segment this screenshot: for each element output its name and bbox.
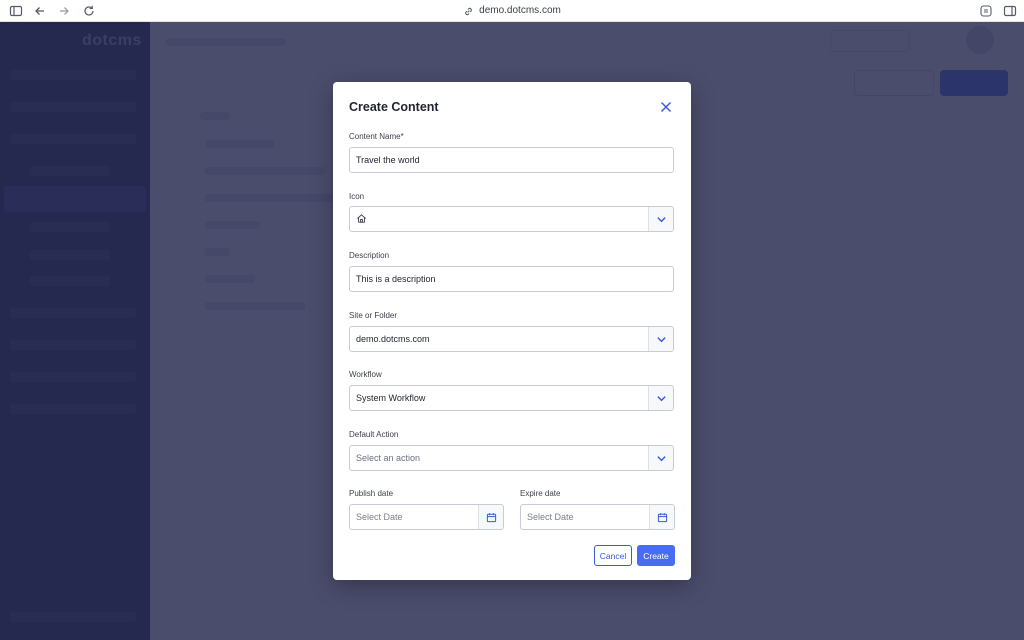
publish-date-calendar-button[interactable] xyxy=(478,505,503,529)
expire-date-placeholder: Select Date xyxy=(527,512,574,522)
create-button[interactable]: Create xyxy=(637,545,675,566)
publish-date-label: Publish date xyxy=(349,489,394,498)
address-bar[interactable]: demo.dotcms.com xyxy=(0,4,1024,22)
description-label: Description xyxy=(349,251,390,260)
publish-date-placeholder: Select Date xyxy=(356,512,403,522)
dialog-title: Create Content xyxy=(349,100,439,114)
extension-icon[interactable] xyxy=(978,3,994,19)
expire-date-input[interactable]: Select Date xyxy=(520,504,675,530)
icon-select[interactable] xyxy=(349,206,674,232)
content-name-label-text: Content Name xyxy=(349,132,401,141)
expire-date-label: Expire date xyxy=(520,489,561,498)
workflow-dropdown-button[interactable] xyxy=(648,386,673,410)
publish-date-input[interactable]: Select Date xyxy=(349,504,504,530)
required-mark: * xyxy=(400,132,404,141)
site-folder-select[interactable]: demo.dotcms.com xyxy=(349,326,674,352)
default-action-dropdown-button[interactable] xyxy=(648,446,673,470)
chevron-down-icon xyxy=(656,216,666,222)
chevron-down-icon xyxy=(656,455,666,461)
cancel-button[interactable]: Cancel xyxy=(594,545,632,566)
site-dropdown-button[interactable] xyxy=(648,327,673,351)
calendar-icon xyxy=(486,512,496,522)
chevron-down-icon xyxy=(656,395,666,401)
default-action-placeholder: Select an action xyxy=(356,453,421,463)
url-text: demo.dotcms.com xyxy=(479,5,561,16)
description-input[interactable] xyxy=(349,266,674,292)
icon-dropdown-button[interactable] xyxy=(648,207,673,231)
close-icon xyxy=(660,101,672,113)
content-name-label: Content Name* xyxy=(349,132,404,141)
workflow-label: Workflow xyxy=(349,370,382,379)
calendar-icon xyxy=(657,512,667,522)
default-action-select[interactable]: Select an action xyxy=(349,445,674,471)
chevron-down-icon xyxy=(656,336,666,342)
create-content-dialog: Create Content Content Name* Icon Descri… xyxy=(333,82,691,580)
browser-toolbar: demo.dotcms.com xyxy=(0,0,1024,22)
expire-date-calendar-button[interactable] xyxy=(649,505,674,529)
workflow-select[interactable]: System Workflow xyxy=(349,385,674,411)
home-icon xyxy=(356,207,367,224)
default-action-label: Default Action xyxy=(349,430,399,439)
workflow-value: System Workflow xyxy=(356,393,426,403)
site-folder-value: demo.dotcms.com xyxy=(356,334,430,344)
icon-label: Icon xyxy=(349,192,365,201)
split-view-icon[interactable] xyxy=(1002,3,1018,19)
content-name-input[interactable] xyxy=(349,147,674,173)
site-folder-label: Site or Folder xyxy=(349,311,398,320)
close-button[interactable] xyxy=(657,98,675,116)
link-icon xyxy=(465,7,472,15)
